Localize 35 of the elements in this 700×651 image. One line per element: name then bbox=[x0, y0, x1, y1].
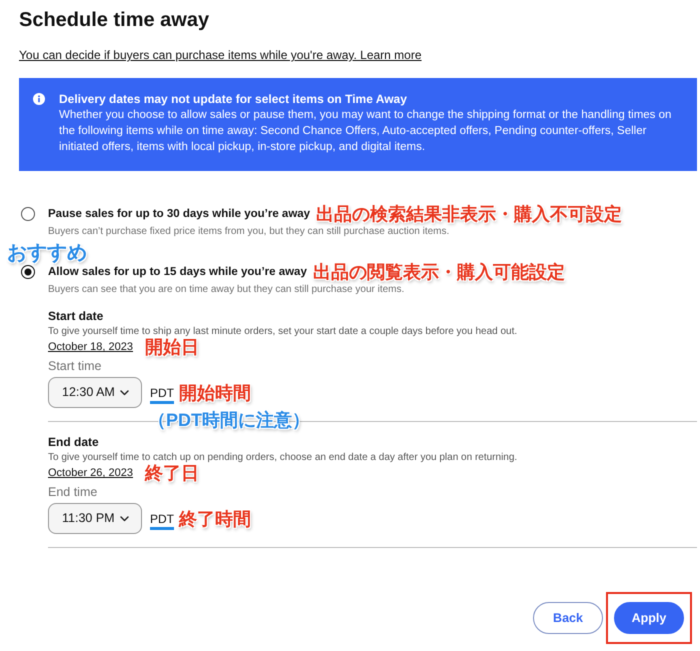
option-description: Buyers can see that you are on time away but they can still purchase your items. bbox=[48, 283, 406, 296]
annotation-note: （PDT時間に注意） bbox=[148, 408, 310, 430]
time-select[interactable]: 11:30 PM bbox=[48, 503, 142, 534]
annotation-note: 終了時間 bbox=[179, 508, 251, 530]
date-link[interactable]: October 26, 2023 bbox=[48, 464, 134, 483]
notice-title: Delivery dates may not update for select items on Time Away bbox=[59, 91, 408, 107]
time-zone-label: PDT bbox=[150, 510, 174, 530]
time-zone-label: PDT bbox=[150, 384, 174, 404]
radio-button[interactable] bbox=[21, 207, 35, 221]
annotation-note: 開始時間 bbox=[179, 382, 251, 404]
caret-icon bbox=[120, 390, 129, 396]
option-label[interactable]: Pause sales for up to 30 days while you’re away bbox=[48, 203, 310, 225]
time-select[interactable]: 12:30 AM bbox=[48, 377, 142, 408]
annotation-note: 出品の検索結果非表示・購入不可設定 bbox=[316, 203, 622, 225]
info-icon bbox=[33, 93, 45, 105]
date-heading: End date bbox=[48, 434, 100, 450]
learn-more-link[interactable]: Learn more bbox=[360, 48, 422, 62]
time-label: End time bbox=[48, 484, 98, 500]
date-link[interactable]: October 18, 2023 bbox=[48, 338, 134, 357]
date-help-text: To give yourself time to catch up on pending orders, choose an end date a day after you plan on returning. bbox=[48, 451, 518, 464]
notice-text: Whether you choose to allow sales or pause them, you may want to change the shipping format or the handling times on the following items while on time away: Second Chance Offers, Auto-accepted offers, Pending counter-offers, Seller initiated offers, items with local pickup, in-store pickup, and digital items. bbox=[59, 108, 672, 155]
annotation-note: 出品の閲覧表示・購入可能設定 bbox=[312, 261, 565, 283]
caret-icon bbox=[120, 516, 129, 522]
date-heading: Start date bbox=[48, 308, 104, 324]
page-title: Schedule time away bbox=[19, 8, 210, 32]
back-button[interactable]: Back bbox=[533, 602, 603, 634]
recommendation-note: おすすめ bbox=[7, 242, 87, 264]
radio-button[interactable] bbox=[21, 265, 35, 279]
annotation-note: 開始日 bbox=[145, 338, 200, 357]
date-help-text: To give yourself time to ship any last minute orders, set your start date a couple days before you head out. bbox=[48, 325, 518, 338]
intro-text: You can decide if buyers can purchase items while you're away. Learn more bbox=[19, 47, 423, 63]
time-label: Start time bbox=[48, 358, 102, 374]
apply-button[interactable]: Apply bbox=[614, 602, 684, 634]
annotation-note: 終了日 bbox=[145, 464, 200, 483]
option-description: Buyers can’t purchase fixed price items from you, but they can still purchase auction items. bbox=[48, 225, 450, 238]
